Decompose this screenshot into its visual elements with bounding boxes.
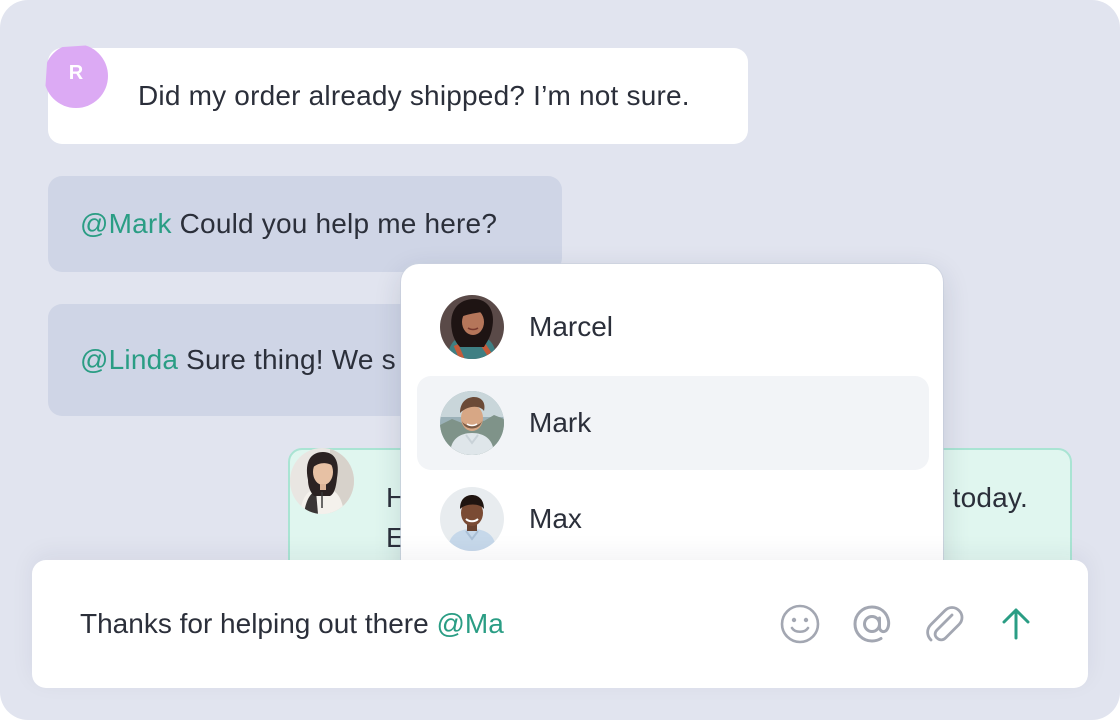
composer-input[interactable]: Thanks for helping out there @Ma xyxy=(80,604,504,644)
at-sign-icon[interactable] xyxy=(848,600,896,648)
linda-avatar xyxy=(290,448,354,514)
marcel-photo xyxy=(440,295,504,359)
customer-message-text: Did my order already shipped? I’m not su… xyxy=(138,80,690,111)
message-text: Could you help me here? xyxy=(171,208,498,239)
agent-message: @Mark Could you help me here? xyxy=(48,176,562,272)
avatar xyxy=(440,487,504,551)
paperclip-icon[interactable] xyxy=(920,600,968,648)
avatar xyxy=(440,391,504,455)
message-line-end: today. xyxy=(952,482,1028,513)
mention-option-marcel[interactable]: Marcel xyxy=(417,280,929,374)
customer-avatar: R xyxy=(44,44,108,108)
max-photo xyxy=(440,487,504,551)
mention-tag[interactable]: @Linda xyxy=(80,344,178,375)
chat-window: Did my order already shipped? I’m not su… xyxy=(0,0,1120,720)
composer-mention-partial: @Ma xyxy=(436,608,504,639)
message-text: Sure thing! We s xyxy=(178,344,396,375)
customer-message: Did my order already shipped? I’m not su… xyxy=(48,48,748,144)
avatar xyxy=(440,295,504,359)
mention-dropdown: Marcel Mark Max xyxy=(401,264,943,582)
mention-option-name: Marcel xyxy=(529,311,614,342)
send-arrow-icon[interactable] xyxy=(992,600,1040,648)
mention-option-name: Mark xyxy=(529,407,592,438)
composer-text: Thanks for helping out there xyxy=(80,608,437,639)
mention-option-name: Max xyxy=(529,503,582,534)
linda-photo xyxy=(290,448,354,514)
emoji-icon[interactable] xyxy=(776,600,824,648)
mark-photo xyxy=(440,391,504,455)
message-composer[interactable]: Thanks for helping out there @Ma xyxy=(32,560,1088,688)
mention-tag[interactable]: @Mark xyxy=(80,208,172,239)
mention-option-max[interactable]: Max xyxy=(417,472,929,566)
mention-option-mark[interactable]: Mark xyxy=(417,376,929,470)
customer-avatar-initial: R xyxy=(68,62,84,84)
